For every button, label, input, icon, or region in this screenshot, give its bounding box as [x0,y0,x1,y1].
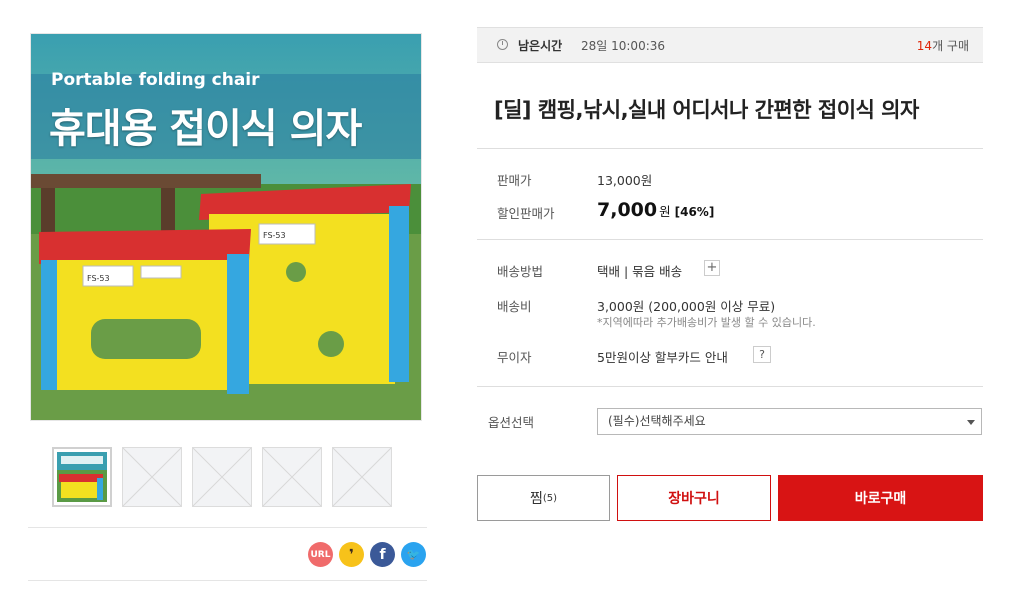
thumbnail-photo [57,452,107,502]
image-subtitle-en: Portable folding chair [51,70,260,90]
thumbnail-placeholder[interactable] [262,447,322,507]
product-photo [31,34,421,420]
timer-value: 28일 10:00:36 [581,39,666,53]
divider [477,386,983,387]
shipping-method-label: 배송방법 [497,264,544,279]
sale-price-value: 7,000 [597,199,658,221]
thumbnail-active[interactable] [52,447,112,507]
shipping-info-plus-button[interactable]: + [704,260,720,276]
image-placeholder-icon [123,448,181,506]
facebook-icon: f [379,546,386,563]
shipping-fee-label: 배송비 [497,299,532,314]
option-select[interactable]: (필수)선택해주세요 [597,408,982,435]
installment-value: 5만원이상 할부카드 안내 [597,350,728,365]
clock-icon [497,39,508,50]
purchase-count: 14개 구매 [917,37,969,54]
wishlist-count: (5) [542,492,558,504]
discount-percent: [46%] [674,205,715,219]
option-label: 옵션선택 [488,415,535,430]
list-price-label: 판매가 [497,173,532,188]
timer-label: 남은시간 [518,39,563,53]
share-twitter-button[interactable]: 🐦 [401,542,426,567]
buy-now-button[interactable]: 바로구매 [778,475,983,521]
purchase-count-suffix: 개 구매 [932,39,969,53]
wishlist-label: 찜 [529,491,543,507]
divider [28,527,427,528]
shipping-fee-note: *지역에따라 추가배송비가 발생 할 수 있습니다. [597,316,816,329]
divider [28,580,427,581]
image-placeholder-icon [333,448,391,506]
divider [477,148,983,149]
installment-help-button[interactable]: ? [753,346,771,363]
sale-price: 7,000 원 [46%] [597,199,714,221]
thumbnail-placeholder[interactable] [192,447,252,507]
sale-price-label: 할인판매가 [497,206,555,221]
stool-label-small: FS-53 [87,274,110,283]
add-to-cart-label: 장바구니 [668,491,720,507]
image-placeholder-icon [193,448,251,506]
shipping-method-value: 택배 | 묶음 배송 [597,264,683,279]
list-price-value: 13,000원 [597,173,653,188]
thumbnail-placeholder[interactable] [122,447,182,507]
add-to-cart-button[interactable]: 장바구니 [617,475,771,521]
share-url-button[interactable]: URL [308,542,333,567]
twitter-icon: 🐦 [406,548,421,561]
divider [477,239,983,240]
share-kakaostory-button[interactable]: ❜ [339,542,364,567]
buy-now-label: 바로구매 [854,491,907,507]
image-placeholder-icon [263,448,321,506]
option-select-value: (필수)선택해주세요 [608,414,706,428]
product-main-image: Portable folding chair 휴대용 접이식 의자 FS-53 … [30,33,422,421]
wishlist-button[interactable]: 찜 (5) [477,475,610,521]
url-icon: URL [310,549,331,560]
product-title: [딜] 캠핑,낚시,실내 어디서나 간편한 접이식 의자 [494,98,919,122]
installment-label: 무이자 [497,350,532,365]
shipping-fee-value: 3,000원 (200,000원 이상 무료) [597,299,776,314]
purchase-count-number: 14 [916,39,933,53]
sale-price-unit: 원 [659,204,671,219]
thumbnail-placeholder[interactable] [332,447,392,507]
chevron-down-icon [967,420,975,425]
image-title-ko: 휴대용 접이식 의자 [49,106,362,152]
deal-timer-bar: 남은시간 28일 10:00:36 14개 구매 [477,27,983,63]
share-facebook-button[interactable]: f [370,542,395,567]
kakaostory-icon: ❜ [349,546,354,563]
stool-label-large: FS-53 [263,231,286,240]
